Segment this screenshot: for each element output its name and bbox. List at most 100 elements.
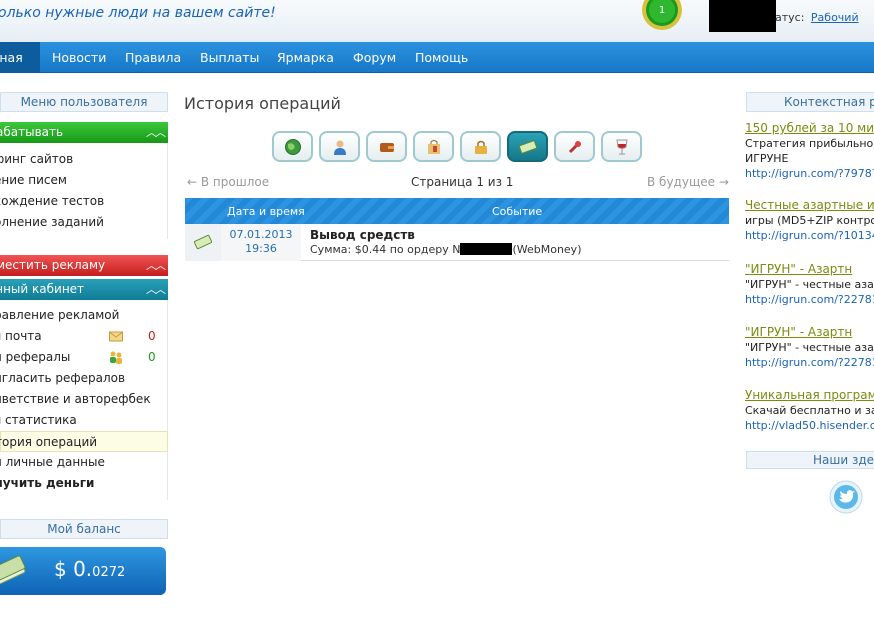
sidebar-section-advert[interactable]: местить рекламу ︿︿ [0, 255, 168, 276]
sidebar-item-mail[interactable]: я почта 0 [0, 326, 168, 347]
ad-block: Честные азартные игр игры (MD5+ZIP контр… [745, 198, 874, 243]
sidebar-item-surfing[interactable]: финг сайтов [0, 149, 168, 170]
balance-amount: $ 0.0272 [54, 557, 125, 581]
rating-medal-icon: 1 [642, 0, 682, 30]
nav-rules[interactable]: Правила [125, 42, 181, 73]
top-nav: вная Новости Правила Выплаты Ярмарка Фор… [0, 42, 874, 73]
sidebar-item-get-money[interactable]: лучить деньги [0, 473, 168, 494]
sidebar-item-tests[interactable]: хождение тестов [0, 191, 168, 212]
column-header-event: Событие [492, 205, 543, 218]
referrals-icon [110, 351, 122, 364]
balance-title: Мой баланс [0, 519, 168, 539]
status-label: атус: [775, 11, 805, 24]
app-root: олько нужные люди на вашем сайте! 1 атус… [0, 0, 874, 630]
table-header: Дата и время Событие [185, 198, 729, 224]
user-icon [334, 140, 346, 155]
sidebar-item-referrals[interactable]: и рефералы 0 [0, 347, 168, 368]
twitter-icon[interactable] [828, 479, 864, 515]
filter-globe-button[interactable] [272, 131, 313, 162]
glass-icon [616, 139, 628, 155]
filter-wallet-button[interactable] [366, 131, 407, 162]
nav-fair[interactable]: Ярмарка [277, 42, 334, 73]
sidebar-item-label: равление рекламой [0, 308, 120, 322]
lock-icon [475, 140, 487, 154]
filter-glass-button[interactable] [601, 131, 642, 162]
row-icon-cell [185, 224, 221, 261]
referrals-count: 0 [148, 350, 156, 364]
sidebar-section-earn[interactable]: абатывать ︿︿ [0, 122, 168, 143]
row-desc-prefix: Сумма: $0.44 по ордеру N [310, 243, 461, 256]
chevron-up-icon: ︿︿ [146, 283, 166, 296]
sidebar-item-tasks[interactable]: олнение заданий [0, 212, 168, 233]
row-datetime: 07.01.2013 19:36 [221, 224, 301, 261]
wallet-icon [380, 143, 394, 152]
sidebar-item-label: финг сайтов [0, 152, 74, 166]
row-event-title: Вывод средств [310, 228, 415, 242]
nav-forum[interactable]: Форум [353, 42, 396, 73]
status-block: атус: Рабочий [775, 11, 859, 24]
sidebar-item-personal-data[interactable]: и личные данные [0, 452, 168, 473]
nav-help[interactable]: Помощь [415, 42, 468, 73]
sidebar-item-label: игласить рефералов [0, 371, 126, 385]
filter-bag-button[interactable] [413, 131, 454, 162]
filter-pin-button[interactable] [554, 131, 595, 162]
sidebar-item-statistics[interactable]: я статистика [0, 410, 168, 431]
ad-url-link[interactable]: http://igrun.com/?22781 [745, 292, 874, 307]
sidebar-item-invite[interactable]: игласить рефералов [0, 368, 168, 389]
history-prev-link[interactable]: ← В прошлое [187, 175, 269, 189]
ad-text: Стратегия прибыльной и [745, 137, 874, 150]
sidebar-item-label: хождение тестов [0, 194, 105, 208]
ad-title-link[interactable]: "ИГРУН" - Азартн [745, 325, 874, 340]
sidebar-item-greeting[interactable]: иветствие и авторефбек [0, 389, 168, 410]
money-icon [194, 234, 212, 250]
filter-money-button[interactable] [507, 131, 548, 162]
sidebar-item-label: я статистика [0, 413, 77, 427]
status-value-link[interactable]: Рабочий [811, 11, 859, 24]
ad-url-link[interactable]: http://igrun.com/?79787 [745, 166, 874, 181]
context-ads-title: Контекстная ре [746, 92, 874, 112]
rating-value: 1 [659, 5, 665, 16]
ad-block: "ИГРУН" - Азартн "ИГРУН" - честные азарт… [745, 262, 874, 307]
sidebar-item-label: лучить деньги [0, 476, 95, 490]
money-icon [519, 140, 537, 154]
ad-title-link[interactable]: 150 рублей за 10 мину [745, 121, 874, 136]
filter-lock-button[interactable] [460, 131, 501, 162]
sidebar-section-cabinet[interactable]: чный кабинет ︿︿ [0, 279, 168, 300]
sidebar-section-earn-label: абатывать [0, 125, 64, 139]
sidebar-item-history[interactable]: тория операций [0, 431, 168, 452]
balance-cents: 0272 [92, 565, 126, 580]
ad-url-link[interactable]: http://igrun.com/?22781 [745, 355, 874, 370]
earn-menu: финг сайтов ение писем хождение тестов о… [0, 143, 168, 239]
envelope-icon [109, 331, 123, 342]
history-next-link[interactable]: В будущее → [647, 175, 729, 189]
ad-url-link[interactable]: http://vlad50.hisender.com [745, 418, 874, 433]
sidebar-section-cabinet-label: чный кабинет [0, 282, 85, 296]
ad-url-link[interactable]: http://igrun.com/?101340 [745, 228, 874, 243]
ad-text: Скачай бесплатно и зара [745, 404, 874, 417]
ad-text: ИГРУНЕ [745, 152, 789, 165]
sidebar-item-label: и личные данные [0, 455, 105, 469]
filter-user-button[interactable] [319, 131, 360, 162]
ad-text: "ИГРУН" - честные азартн [745, 278, 874, 291]
row-time: 19:36 [245, 242, 277, 255]
globe-icon [285, 139, 301, 155]
nav-payouts[interactable]: Выплаты [200, 42, 259, 73]
bag-icon [428, 140, 440, 154]
nav-home[interactable]: вная [0, 42, 40, 73]
redacted-username [709, 0, 776, 32]
row-event-description: Сумма: $0.44 по ордеру N (WebMoney) [310, 243, 582, 256]
sidebar-item-label: ение писем [0, 173, 67, 187]
mail-count: 0 [148, 329, 156, 343]
ad-title-link[interactable]: Честные азартные игр [745, 198, 874, 213]
ad-title-link[interactable]: "ИГРУН" - Азартн [745, 262, 874, 277]
sidebar-section-advert-label: местить рекламу [0, 258, 106, 272]
sidebar-item-label: иветствие и авторефбек [0, 392, 151, 406]
ad-block: "ИГРУН" - Азартн "ИГРУН" - честные азарт… [745, 325, 874, 370]
page-title: История операций [184, 94, 341, 113]
sidebar-item-letters[interactable]: ение писем [0, 170, 168, 191]
we-are-here-title: Наши здесь [746, 451, 874, 469]
sidebar-item-label: тория операций [0, 435, 98, 449]
ad-title-link[interactable]: Уникальная программа [745, 388, 874, 403]
nav-news[interactable]: Новости [52, 42, 106, 73]
sidebar-item-ad-management[interactable]: равление рекламой [0, 305, 168, 326]
